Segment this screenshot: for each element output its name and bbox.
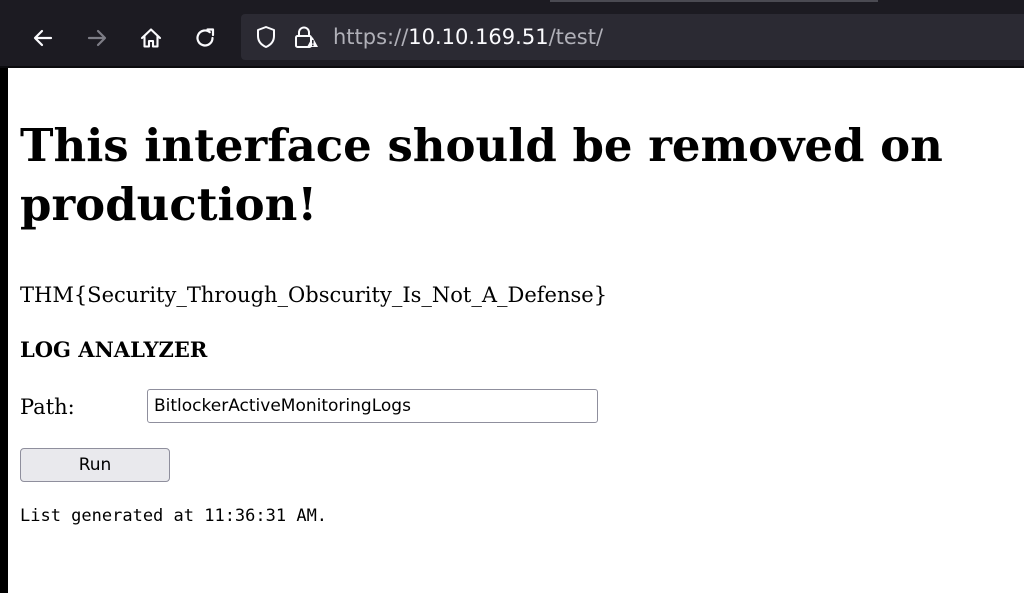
window-edge (0, 68, 8, 593)
shield-icon[interactable] (255, 25, 277, 54)
insecure-lock-icon[interactable] (293, 25, 319, 54)
page-heading: This interface should be removed on prod… (20, 119, 943, 231)
url-path: /test/ (548, 25, 604, 49)
path-input[interactable] (147, 389, 598, 423)
log-analyzer-title: LOG ANALYZER (20, 337, 208, 362)
reload-button[interactable] (187, 20, 223, 56)
reload-icon (196, 28, 215, 47)
url-scheme: https:// (333, 25, 409, 49)
flag-text: THM{Security_Through_Obscurity_Is_Not_A_… (20, 283, 608, 307)
page-content: This interface should be removed on prod… (8, 68, 1024, 593)
url-host: 10.10.169.51 (408, 25, 549, 49)
url-text[interactable]: https://10.10.169.51/test/ (333, 24, 603, 50)
active-tab-edge (550, 0, 878, 2)
address-bar[interactable]: https://10.10.169.51/test/ (241, 14, 1024, 60)
home-icon (140, 28, 162, 48)
run-button[interactable]: Run (20, 448, 170, 482)
generated-timestamp: List generated at 11:36:31 AM. (20, 506, 328, 526)
forward-arrow-icon (87, 29, 107, 47)
forward-button[interactable] (79, 20, 115, 56)
browser-toolbar: https://10.10.169.51/test/ (0, 0, 1024, 68)
path-label: Path: (20, 395, 75, 419)
back-arrow-icon (33, 29, 53, 47)
back-button[interactable] (25, 20, 61, 56)
home-button[interactable] (133, 20, 169, 56)
